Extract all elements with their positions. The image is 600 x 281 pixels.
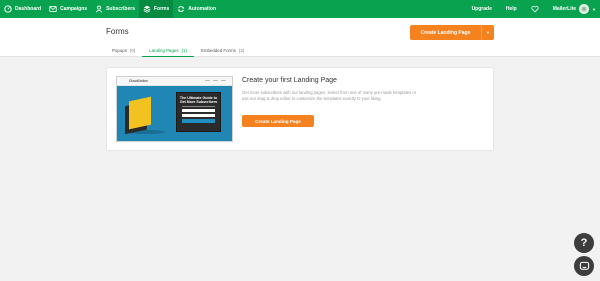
book-shadow bbox=[125, 130, 165, 134]
book-illustration bbox=[129, 96, 151, 130]
tab-label: Popups bbox=[112, 48, 127, 53]
account-menu[interactable]: MailerLite bbox=[546, 0, 590, 18]
nav-item-automation[interactable]: Automation bbox=[173, 0, 220, 18]
nav-right: Upgrade Help MailerLite ▼ bbox=[465, 0, 600, 18]
page-title: Forms bbox=[106, 27, 129, 36]
mail-icon bbox=[49, 6, 57, 12]
avatar bbox=[579, 4, 590, 14]
page-header: Forms Create Landing Page ▼ Popups (0) L… bbox=[0, 18, 600, 57]
tab-count: (0) bbox=[129, 48, 136, 53]
nav-item-subscribers[interactable]: Subscribers bbox=[91, 0, 139, 18]
nav-item-forms[interactable]: Forms bbox=[138, 0, 174, 18]
tab-count: (2) bbox=[238, 48, 245, 53]
forms-icon bbox=[143, 5, 151, 13]
tab-landing-pages[interactable]: Landing Pages (1) bbox=[142, 44, 194, 57]
tab-count: (1) bbox=[181, 47, 187, 53]
create-landing-page-cta[interactable]: Create Landing Page bbox=[242, 115, 314, 127]
preview-signup-form: The Ultimate Guide to Get More Subscribe… bbox=[176, 92, 221, 132]
top-nav: Dashboard Campaigns Subscribers Forms Au… bbox=[0, 0, 600, 18]
users-icon bbox=[95, 5, 103, 13]
dashboard-icon bbox=[4, 5, 12, 13]
chat-icon bbox=[579, 261, 589, 270]
empty-state-description: Get more subscribers with our landing pa… bbox=[242, 90, 417, 101]
preview-hero: The Ultimate Guide to Get More Subscribe… bbox=[117, 86, 232, 141]
tab-label: Embedded Forms bbox=[200, 48, 236, 53]
question-icon: ? bbox=[580, 237, 588, 249]
favorites-button[interactable] bbox=[524, 0, 546, 18]
tab-embedded-forms[interactable]: Embedded Forms (2) bbox=[194, 44, 251, 57]
create-landing-page-button[interactable]: Create Landing Page ▼ bbox=[410, 25, 494, 40]
forms-tabs: Popups (0) Landing Pages (1) Embedded Fo… bbox=[106, 44, 251, 57]
nav-label-forms: Forms bbox=[153, 6, 170, 12]
landing-page-empty-state: CloudOnline The Ultimate Guide to Get Mo… bbox=[106, 67, 494, 151]
nav-item-campaigns[interactable]: Campaigns bbox=[45, 0, 91, 18]
nav-label-dashboard: Dashboard bbox=[15, 6, 42, 12]
preview-form-button bbox=[182, 119, 215, 124]
preview-menu bbox=[205, 80, 226, 82]
chevron-down-icon[interactable]: ▼ bbox=[481, 25, 494, 40]
chevron-down-icon[interactable]: ▼ bbox=[592, 7, 596, 12]
account-name: MailerLite bbox=[552, 6, 577, 12]
tab-label: Landing Pages bbox=[149, 47, 179, 53]
landing-page-preview-image: CloudOnline The Ultimate Guide to Get Mo… bbox=[116, 76, 233, 142]
upgrade-link[interactable]: Upgrade bbox=[465, 0, 499, 18]
heart-icon bbox=[531, 5, 539, 13]
create-button-label: Create Landing Page bbox=[420, 29, 471, 36]
nav-label-automation: Automation bbox=[188, 6, 217, 12]
preview-logo: CloudOnline bbox=[129, 79, 148, 83]
nav-item-dashboard[interactable]: Dashboard bbox=[0, 0, 45, 18]
tab-popups[interactable]: Popups (0) bbox=[106, 44, 142, 57]
preview-header: CloudOnline bbox=[117, 77, 232, 86]
preview-form-input bbox=[182, 114, 215, 118]
empty-state-title: Create your first Landing Page bbox=[242, 77, 337, 84]
nav-label-campaigns: Campaigns bbox=[60, 6, 88, 12]
automation-icon bbox=[178, 6, 185, 12]
preview-form-input bbox=[182, 109, 215, 113]
nav-label-subscribers: Subscribers bbox=[106, 6, 135, 12]
help-link[interactable]: Help bbox=[499, 0, 524, 18]
chat-button[interactable] bbox=[574, 256, 594, 276]
help-button[interactable]: ? bbox=[574, 233, 594, 253]
preview-form-title: The Ultimate Guide to Get More Subscribe… bbox=[179, 96, 218, 105]
